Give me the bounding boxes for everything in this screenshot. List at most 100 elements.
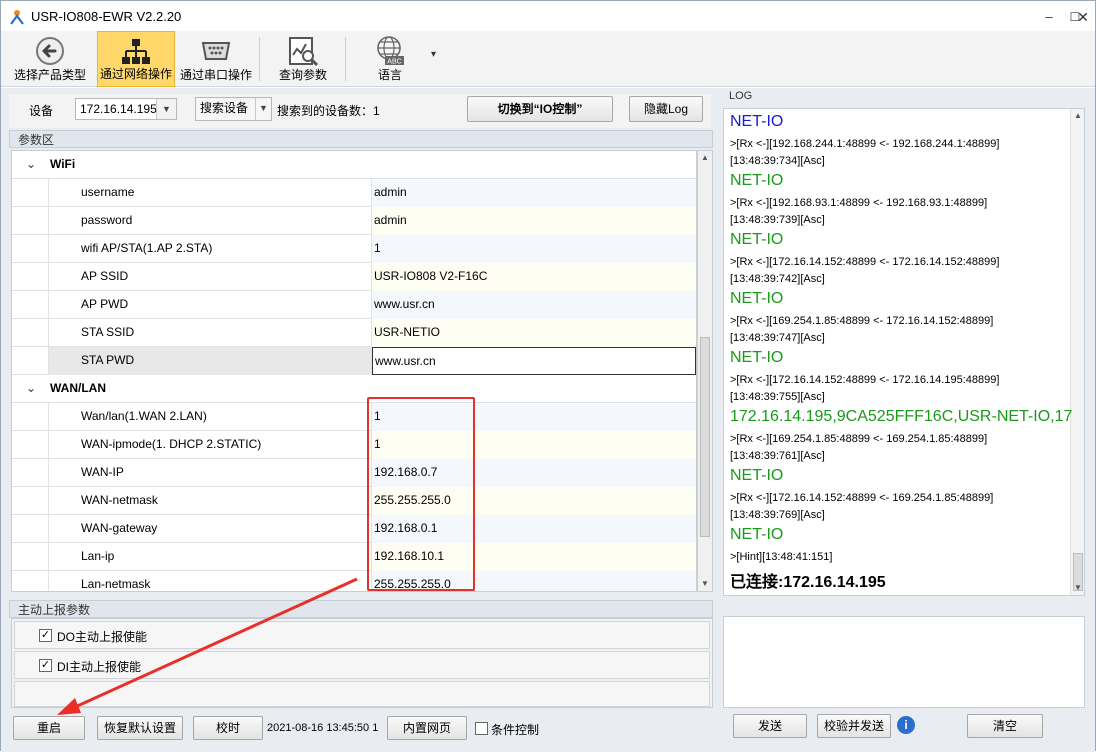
log-line: >[Rx <-][169.254.1.85:48899 <- 169.254.1… [730,433,988,445]
param-name: WAN-netmask [48,487,372,515]
tool-serial[interactable]: 通过串口操作 [177,31,255,87]
param-name: username [48,179,372,207]
param-value[interactable]: www.usr.cn [372,291,696,319]
table-row[interactable]: STA PWD www.usr.cn [12,347,696,375]
table-row[interactable]: AP PWD www.usr.cn [12,291,696,319]
log-line: NET-IO [730,467,784,484]
table-row[interactable]: Lan-netmask 255.255.255.0 [12,571,696,591]
table-row[interactable]: Lan-ip 192.168.10.1 [12,543,696,571]
table-row[interactable]: username admin [12,179,696,207]
log-line: [13:48:39:739][Asc] [730,214,825,226]
title-bar: USR-IO808-EWR V2.2.20 – ☐ ✕ [1,1,1095,31]
restore-defaults-button[interactable]: 恢复默认设置 [97,716,183,740]
minimize-button[interactable]: – [1035,5,1063,29]
close-button[interactable]: ✕ [1071,5,1095,29]
tool-label: 通过串口操作 [179,68,252,82]
param-name: WAN-ipmode(1. DHCP 2.STATIC) [48,431,372,459]
log-line: [13:48:39:734][Asc] [730,155,825,167]
do-report-checkbox[interactable]: ✓ [39,629,52,642]
scroll-up-icon[interactable]: ▲ [1074,111,1082,120]
chevron-down-icon[interactable]: ▼ [255,98,271,120]
param-value[interactable]: 1 [372,235,696,263]
log-line: NET-IO [730,290,784,307]
clear-button[interactable]: 清空 [967,714,1043,738]
info-icon[interactable]: i [897,716,915,734]
checksum-send-button[interactable]: 校验并发送 [817,714,891,738]
toolbar-separator [345,37,346,81]
highlight-box [367,397,475,591]
sync-time-button[interactable]: 校时 [193,716,263,740]
log-title: LOG [729,90,753,102]
tool-query-params[interactable]: 查询参数 [265,31,341,87]
log-scrollbar[interactable]: ▲ ▼ [1070,109,1084,595]
tool-label: 语言 [377,68,402,82]
log-output[interactable]: ▲ ▼ NET-IO >[Rx <-][192.168.244.1:48899 <… [723,108,1085,596]
found-devices-text: 搜索到的设备数：1 [277,104,380,118]
device-bar: 设备 172.16.14.195 ▼ 搜索设备 ▼ 搜索到的设备数：1 切换到“… [9,94,711,128]
param-name: Lan-netmask [48,571,372,591]
scroll-up-icon[interactable]: ▲ [701,153,709,162]
param-name: STA PWD [48,347,372,375]
search-device-button[interactable]: 搜索设备 ▼ [195,97,272,121]
send-input-area[interactable] [723,616,1085,708]
table-row[interactable]: wifi AP/STA(1.AP 2.STA) 1 [12,235,696,263]
device-ip-select[interactable]: 172.16.14.195 ▼ [75,98,177,120]
log-line: >[Rx <-][192.168.93.1:48899 <- 192.168.9… [730,197,988,209]
param-name: Lan-ip [48,543,372,571]
tool-language[interactable]: ABC 语言 [353,31,427,87]
di-report-checkbox[interactable]: ✓ [39,659,52,672]
send-button[interactable]: 发送 [733,714,807,738]
log-line: >[Rx <-][172.16.14.152:48899 <- 169.254.… [730,492,994,504]
param-value[interactable]: admin [372,179,696,207]
param-value[interactable]: USR-IO808 V2-F16C [372,263,696,291]
table-row[interactable]: WAN-netmask 255.255.255.0 [12,487,696,515]
table-row[interactable]: WAN-IP 192.168.0.7 [12,459,696,487]
log-line: NET-IO [730,349,784,366]
param-value[interactable]: USR-NETIO [372,319,696,347]
chevron-down-icon[interactable]: ⌄ [26,151,36,178]
param-value[interactable]: www.usr.cn [372,347,696,375]
group-row-wan-lan[interactable]: ⌄ WAN/LAN [12,375,696,403]
search-device-label: 搜索设备 [200,101,249,115]
chevron-down-icon[interactable]: ▼ [156,99,176,119]
log-panel: LOG ▲ ▼ NET-IO >[Rx <-][192.168.244.1:488… [717,88,1095,752]
chevron-down-icon[interactable]: ⌄ [26,375,36,402]
globe-abc-icon: ABC [377,36,404,66]
svg-text:ABC: ABC [387,59,401,66]
auto-report-panel: ✓ DO主动上报使能 ✓ DI主动上报使能 [11,618,713,708]
param-name: AP SSID [48,263,372,291]
table-row[interactable]: WAN-ipmode(1. DHCP 2.STATIC) 1 [12,431,696,459]
log-line: >[Rx <-][169.254.1.85:48899 <- 172.16.14… [730,315,994,327]
group-row-wifi[interactable]: ⌄ WiFi [12,151,696,179]
param-scrollbar[interactable]: ▲ ▼ [697,150,713,592]
tool-select-product[interactable]: 选择产品类型 [9,31,91,87]
device-ip-value: 172.16.14.195 [80,102,157,116]
param-name: password [48,207,372,235]
restart-button[interactable]: 重启 [13,716,85,740]
scroll-down-icon[interactable]: ▼ [701,579,709,588]
scrollbar-thumb[interactable] [700,337,710,537]
web-page-button[interactable]: 内置网页 [387,716,467,740]
tool-label: 查询参数 [278,68,327,82]
condition-control-label: 条件控制 [491,723,540,737]
hide-log-button[interactable]: 隐藏Log [629,96,703,122]
switch-io-control-button[interactable]: 切换到“IO控制” [467,96,613,122]
group-name: WAN/LAN [50,381,106,395]
param-name: WAN-IP [48,459,372,487]
table-row[interactable]: Wan/lan(1.WAN 2.LAN) 1 [12,403,696,431]
table-row[interactable]: AP SSID USR-IO808 V2-F16C [12,263,696,291]
table-row[interactable]: WAN-gateway 192.168.0.1 [12,515,696,543]
condition-control-checkbox[interactable] [475,722,488,735]
table-row[interactable]: STA SSID USR-NETIO [12,319,696,347]
log-line: 已连接:172.16.14.195 [730,574,886,591]
language-dropdown-icon[interactable]: ▾ [431,49,436,60]
serial-port-icon [201,42,231,60]
app-logo-icon [10,10,24,25]
di-report-label: DI主动上报使能 [57,660,142,674]
tool-network[interactable]: 通过网络操作 [97,31,175,87]
param-value[interactable]: admin [372,207,696,235]
device-label: 设备 [29,104,54,118]
scroll-down-icon[interactable]: ▼ [1074,583,1082,592]
auto-report-header: 主动上报参数 [9,600,713,618]
table-row[interactable]: password admin [12,207,696,235]
